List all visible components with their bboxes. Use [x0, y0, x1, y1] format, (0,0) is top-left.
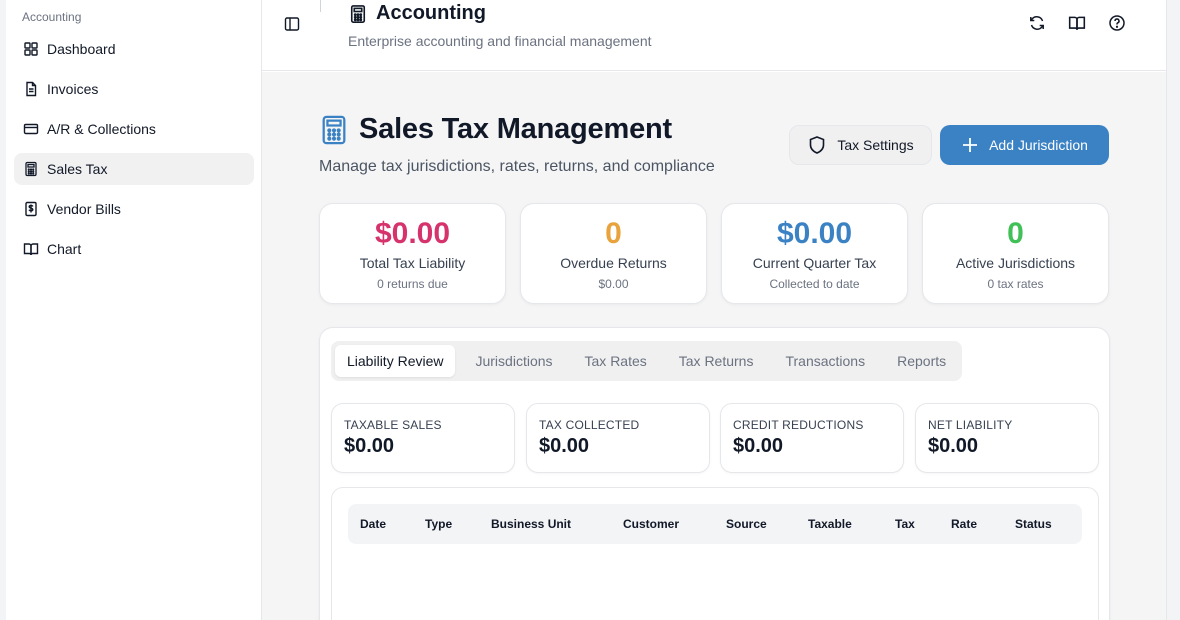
stat-card-current-quarter-tax: $0.00 Current Quarter Tax Collected to d…	[721, 203, 908, 304]
tab-reports[interactable]: Reports	[885, 345, 958, 377]
help-button[interactable]	[1108, 14, 1126, 32]
plus-icon	[963, 138, 978, 152]
table-header: Date Type Business Unit Customer Source …	[348, 504, 1082, 544]
metric-label: CREDIT REDUCTIONS	[733, 418, 864, 432]
stat-card-active-jurisdictions: 0 Active Jurisdictions 0 tax rates	[922, 203, 1109, 304]
column-header-status[interactable]: Status	[1015, 504, 1052, 544]
tab-transactions[interactable]: Transactions	[773, 345, 877, 377]
column-header-customer[interactable]: Customer	[623, 504, 679, 544]
calculator-icon	[23, 161, 39, 177]
column-header-rate[interactable]: Rate	[951, 504, 977, 544]
page-title: Sales Tax Management	[359, 113, 672, 145]
sidebar-item-label: A/R & Collections	[47, 121, 156, 137]
book-open-icon	[1068, 16, 1086, 30]
column-header-type[interactable]: Type	[425, 504, 452, 544]
window-edge	[1166, 0, 1180, 620]
tax-panel: Liability Review Jurisdictions Tax Rates…	[319, 327, 1110, 620]
credit-card-icon	[23, 121, 39, 137]
tab-liability-review[interactable]: Liability Review	[335, 345, 456, 377]
document-icon	[23, 81, 39, 97]
column-header-date[interactable]: Date	[360, 504, 386, 544]
stat-value: $0.00	[776, 217, 853, 250]
sidebar-item-sales-tax[interactable]: Sales Tax	[14, 153, 254, 185]
app-subtitle: Enterprise accounting and financial mana…	[348, 33, 652, 49]
metric-value: $0.00	[344, 435, 395, 457]
metric-label: TAX COLLECTED	[539, 418, 640, 432]
sidebar-item-chart[interactable]: Chart	[14, 233, 254, 265]
calculator-icon	[348, 4, 368, 24]
stat-subtext: 0 returns due	[377, 277, 448, 291]
add-jurisdiction-button[interactable]: Add Jurisdiction	[940, 125, 1109, 165]
refresh-button[interactable]	[1028, 14, 1046, 32]
liability-table: Date Type Business Unit Customer Source …	[331, 487, 1099, 620]
column-header-business-unit[interactable]: Business Unit	[491, 504, 571, 544]
dollar-receipt-icon	[23, 201, 39, 217]
sidebar-item-label: Vendor Bills	[47, 201, 121, 217]
sidebar-toggle-button[interactable]	[282, 14, 302, 34]
header-divider	[320, 0, 321, 12]
tab-list: Liability Review Jurisdictions Tax Rates…	[331, 341, 963, 381]
stat-subtext: Collected to date	[769, 277, 860, 291]
stat-label: Overdue Returns	[560, 255, 667, 271]
app-title: Accounting	[376, 2, 486, 24]
grid-icon	[23, 41, 39, 57]
stat-label: Total Tax Liability	[359, 255, 466, 271]
tax-settings-label: Tax Settings	[837, 137, 914, 153]
sidebar-item-label: Invoices	[47, 81, 99, 97]
metric-value: $0.00	[928, 435, 979, 457]
stat-value: 0	[1007, 217, 1024, 250]
add-jurisdiction-label: Add Jurisdiction	[989, 137, 1088, 153]
stat-card-total-tax-liability: $0.00 Total Tax Liability 0 returns due	[319, 203, 506, 304]
tab-jurisdictions[interactable]: Jurisdictions	[463, 345, 564, 377]
column-header-tax[interactable]: Tax	[895, 504, 915, 544]
metric-label: NET LIABILITY	[928, 418, 1013, 432]
sidebar-item-ar-collections[interactable]: A/R & Collections	[14, 113, 254, 145]
sidebar-item-label: Dashboard	[47, 41, 116, 57]
refresh-icon	[1030, 16, 1044, 30]
stat-card-overdue-returns: 0 Overdue Returns $0.00	[520, 203, 707, 304]
tax-settings-button[interactable]: Tax Settings	[789, 125, 932, 165]
book-open-icon	[23, 241, 39, 257]
sidebar-item-dashboard[interactable]: Dashboard	[14, 33, 254, 65]
tab-tax-rates[interactable]: Tax Rates	[573, 345, 659, 377]
metric-credit-reductions: CREDIT REDUCTIONS $0.00	[720, 403, 904, 473]
tab-tax-returns[interactable]: Tax Returns	[667, 345, 766, 377]
metric-value: $0.00	[539, 435, 590, 457]
metric-taxable-sales: TAXABLE SALES $0.00	[331, 403, 515, 473]
stat-value: 0	[605, 217, 622, 250]
stat-subtext: 0 tax rates	[987, 277, 1044, 291]
stat-value: $0.00	[374, 217, 451, 250]
sidebar-group-label: Accounting	[22, 10, 82, 24]
column-header-source[interactable]: Source	[726, 504, 767, 544]
header-actions	[1028, 14, 1126, 32]
metric-label: TAXABLE SALES	[344, 418, 442, 432]
sidebar-item-invoices[interactable]: Invoices	[14, 73, 254, 105]
page-title-group: Sales Tax Management	[319, 113, 672, 146]
sidebar-item-vendor-bills[interactable]: Vendor Bills	[14, 193, 254, 225]
page-subtitle: Manage tax jurisdictions, rates, returns…	[319, 158, 715, 175]
shield-icon	[810, 136, 825, 154]
calculator-icon	[319, 114, 349, 146]
top-header: Accounting Enterprise accounting and fin…	[262, 0, 1166, 71]
sidebar: Accounting Dashboard Invoices A/R & Coll…	[0, 0, 262, 620]
stat-label: Current Quarter Tax	[752, 255, 877, 271]
metric-tax-collected: TAX COLLECTED $0.00	[526, 403, 710, 473]
sidebar-toggle-icon	[284, 17, 300, 31]
main-content: Sales Tax Management Manage tax jurisdic…	[262, 72, 1166, 620]
metric-value: $0.00	[733, 435, 784, 457]
docs-button[interactable]	[1068, 14, 1086, 32]
metric-net-liability: NET LIABILITY $0.00	[915, 403, 1099, 473]
stat-subtext: $0.00	[598, 277, 629, 291]
stat-label: Active Jurisdictions	[955, 255, 1076, 271]
sidebar-item-label: Sales Tax	[47, 161, 108, 177]
help-icon	[1109, 15, 1125, 31]
app-title-group: Accounting	[348, 2, 486, 25]
column-header-taxable[interactable]: Taxable	[808, 504, 852, 544]
sidebar-nav: Dashboard Invoices A/R & Collections Sal…	[14, 33, 254, 273]
sidebar-item-label: Chart	[47, 241, 82, 257]
